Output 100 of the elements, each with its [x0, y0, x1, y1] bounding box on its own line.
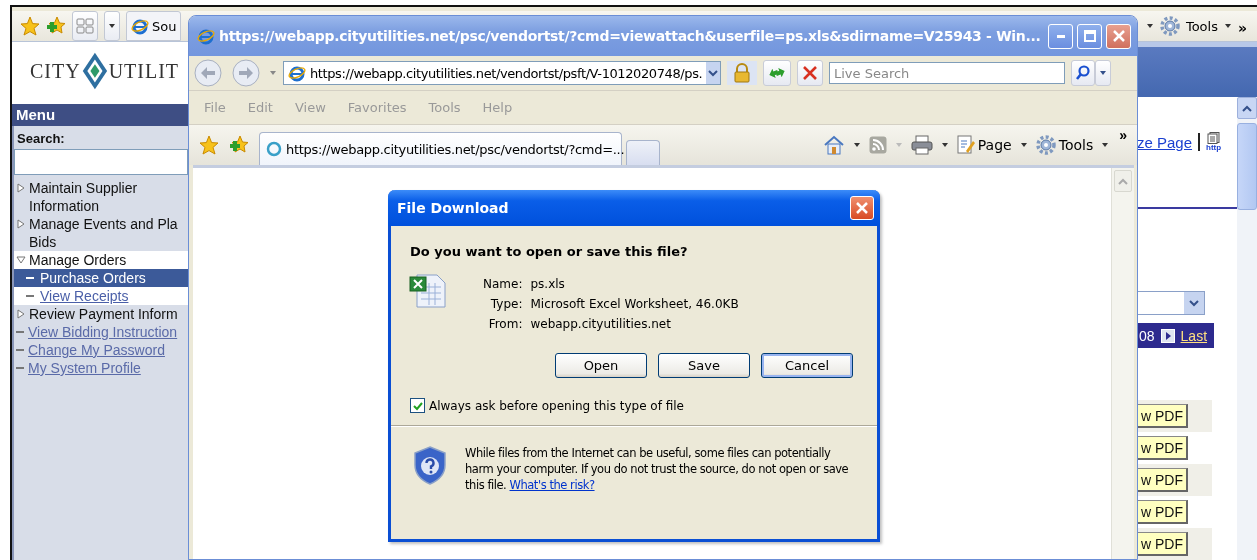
window-title: https://webapp.cityutilities.net/psc/vendortst/?cmd=viewattach&userfile=ps.xls&sdirname=V25943 - Win...	[219, 28, 1042, 44]
view-pdf-button[interactable]: w PDF	[1137, 532, 1188, 556]
chevron-down-icon	[708, 69, 719, 77]
dash-icon	[16, 331, 24, 333]
tools-menu[interactable]: Tools	[1035, 135, 1094, 155]
page-edit-icon	[956, 135, 975, 155]
submenu-item[interactable]: View Receipts	[14, 287, 188, 305]
dialog-button[interactable]: Save	[658, 353, 750, 378]
minimize-button[interactable]	[1048, 23, 1073, 49]
dialog-button[interactable]: Cancel	[761, 353, 853, 378]
dash-icon	[16, 349, 24, 351]
search-button[interactable]	[1071, 60, 1095, 86]
spreadsheet-file-icon	[409, 273, 447, 309]
chevron-up-icon	[1118, 177, 1128, 185]
document-icon	[1206, 132, 1221, 144]
dialog-title: File Download	[397, 200, 509, 216]
minimize-icon	[1056, 34, 1065, 38]
maximize-button[interactable]	[1077, 23, 1102, 49]
page-link[interactable]: ze Page	[1137, 133, 1193, 151]
loading-circle-icon	[266, 141, 282, 157]
select-field[interactable]	[1137, 291, 1205, 315]
close-button[interactable]	[850, 196, 874, 220]
collapsed-triangle-icon[interactable]	[16, 219, 26, 229]
menu-folder[interactable]: Manage Events and Pla Bids	[14, 215, 188, 251]
checkbox[interactable]	[410, 398, 425, 413]
feed-icon[interactable]	[868, 136, 887, 154]
menu-link[interactable]: View Bidding Instruction	[28, 323, 178, 341]
browser-tab[interactable]: https://webapp.cityutilities.net/psc/vendortst/?cmd=...	[259, 132, 622, 165]
caret-icon[interactable]	[1223, 23, 1232, 29]
caret-icon[interactable]	[940, 142, 949, 148]
menu-link[interactable]: My System Profile	[28, 359, 141, 377]
menu-folder[interactable]: Review Payment Inform	[14, 305, 188, 323]
menu-folder[interactable]: Manage Orders	[14, 251, 188, 269]
menu-link[interactable]: Change My Password	[28, 341, 165, 359]
scroll-thumb[interactable]	[1237, 123, 1257, 210]
refresh-button[interactable]	[763, 60, 791, 86]
tab-menu-button[interactable]	[104, 11, 120, 41]
diamond-logo-icon	[81, 52, 108, 90]
padlock-icon[interactable]	[733, 63, 751, 83]
address-dropdown[interactable]	[706, 62, 720, 84]
search-options-button[interactable]	[1095, 60, 1111, 86]
gear-icon[interactable]	[1159, 16, 1180, 36]
close-icon	[1112, 30, 1125, 42]
close-button[interactable]	[1106, 23, 1131, 49]
risk-link[interactable]: What's the risk?	[509, 478, 595, 492]
new-tab-button[interactable]	[626, 140, 660, 165]
detail-label: From:	[487, 317, 523, 331]
shield-question-icon	[413, 445, 447, 485]
toolbar-chevron[interactable]: »	[1237, 20, 1247, 36]
caret-icon[interactable]	[1101, 142, 1110, 148]
last-page-link[interactable]: Last	[1180, 327, 1208, 344]
tab-list-button[interactable]	[72, 11, 98, 41]
add-favorite-icon[interactable]	[229, 135, 249, 155]
collapsed-triangle-icon[interactable]	[16, 309, 26, 319]
next-page-icon[interactable]	[1160, 328, 1175, 343]
view-pdf-button[interactable]: w PDF	[1137, 500, 1188, 524]
maximize-icon	[1083, 30, 1096, 42]
caret-icon[interactable]	[1019, 142, 1028, 148]
page-icon	[288, 64, 306, 82]
tools-menu[interactable]: Tools	[1185, 18, 1218, 34]
printer-icon[interactable]	[910, 135, 933, 155]
http-link[interactable]: http	[1206, 132, 1222, 152]
collapsed-triangle-icon[interactable]	[16, 183, 26, 193]
browser-icon	[197, 27, 215, 45]
dash-icon	[26, 295, 34, 297]
favorites-star-icon[interactable]	[20, 16, 40, 36]
page-menu[interactable]: Page	[956, 135, 1012, 155]
back-button[interactable]	[193, 58, 225, 88]
scroll-up-button[interactable]	[1237, 97, 1257, 119]
gear-icon[interactable]	[1035, 135, 1056, 155]
logo-text: CITY	[30, 59, 81, 83]
chevron-down-icon	[1189, 299, 1199, 307]
add-favorite-icon[interactable]	[46, 16, 66, 36]
menu-folder[interactable]: Maintain Supplier Information	[14, 179, 188, 215]
favorites-star-icon[interactable]	[199, 135, 219, 155]
checkmark-icon	[412, 400, 423, 411]
scroll-up-button[interactable]	[1114, 170, 1132, 192]
caret-icon[interactable]	[852, 142, 861, 148]
search-field[interactable]: Live Search	[829, 62, 1065, 84]
view-pdf-button[interactable]: w PDF	[1137, 404, 1188, 428]
home-icon[interactable]	[822, 135, 845, 155]
scrollbar[interactable]	[1111, 168, 1134, 559]
search-field[interactable]	[14, 149, 188, 175]
submenu-item[interactable]: Purchase Orders	[14, 269, 188, 287]
caret-icon[interactable]	[108, 23, 116, 29]
search-icon	[1075, 65, 1091, 81]
address-field[interactable]: https://webapp.cityutilities.net/vendortst/psft/V-1012020748/ps.	[283, 61, 721, 85]
browser-tab[interactable]: Sou	[126, 11, 182, 41]
scrollbar[interactable]	[1237, 97, 1257, 560]
dash-icon	[26, 277, 34, 279]
view-pdf-button[interactable]: w PDF	[1137, 436, 1188, 460]
caret-icon	[1099, 70, 1107, 76]
forward-button[interactable]	[231, 58, 263, 88]
toolbar-chevron[interactable]: »	[1119, 127, 1127, 143]
view-pdf-button[interactable]: w PDF	[1137, 468, 1188, 492]
caret-icon[interactable]	[1145, 23, 1154, 29]
address-text: https://webapp.cityutilities.net/vendortst/psft/V-1012020748/ps.	[310, 65, 703, 81]
dialog-button[interactable]: Open	[555, 353, 647, 378]
stop-button[interactable]	[797, 60, 823, 86]
expanded-triangle-icon[interactable]	[16, 255, 26, 265]
